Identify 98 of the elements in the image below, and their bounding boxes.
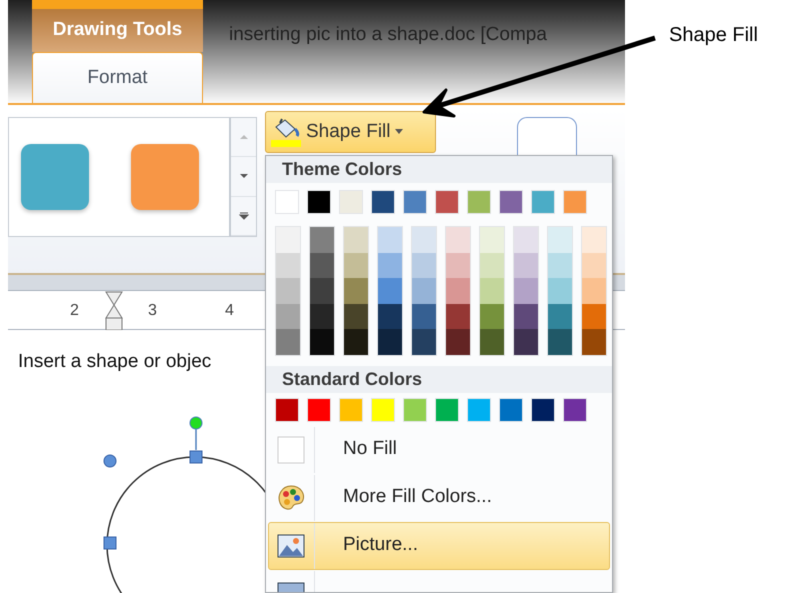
empty-swatch-icon xyxy=(277,436,305,464)
color-swatch[interactable] xyxy=(582,304,606,329)
shape-style-swatch[interactable] xyxy=(517,117,577,157)
color-swatch[interactable] xyxy=(371,398,395,422)
rotation-handle[interactable] xyxy=(190,416,202,450)
color-swatch[interactable] xyxy=(548,227,572,252)
color-swatch[interactable] xyxy=(412,329,436,354)
color-swatch[interactable] xyxy=(514,329,538,354)
annotation-label: Shape Fill xyxy=(669,23,758,48)
color-swatch[interactable] xyxy=(548,278,572,304)
color-swatch[interactable] xyxy=(310,227,334,252)
ruler-number: 3 xyxy=(148,301,157,321)
ribbon-tab[interactable]: Format xyxy=(32,52,203,103)
color-swatch[interactable] xyxy=(412,227,436,252)
shape-style-swatch[interactable] xyxy=(21,144,89,210)
color-swatch[interactable] xyxy=(276,227,300,252)
color-swatch[interactable] xyxy=(275,190,299,214)
color-swatch[interactable] xyxy=(276,252,300,278)
color-swatch[interactable] xyxy=(446,252,470,278)
color-swatch[interactable] xyxy=(378,278,402,304)
picture-icon xyxy=(277,532,305,560)
color-swatch[interactable] xyxy=(344,304,368,329)
color-swatch[interactable] xyxy=(582,252,606,278)
color-swatch[interactable] xyxy=(371,190,395,214)
shape-style-swatch[interactable] xyxy=(131,144,199,210)
color-swatch[interactable] xyxy=(403,190,427,214)
palette-icon xyxy=(277,484,305,512)
resize-handle[interactable] xyxy=(190,450,202,464)
color-swatch[interactable] xyxy=(467,398,491,422)
color-swatch[interactable] xyxy=(339,398,363,422)
color-swatch[interactable] xyxy=(435,398,459,422)
color-swatch[interactable] xyxy=(514,278,538,304)
color-swatch[interactable] xyxy=(339,190,363,214)
color-swatch[interactable] xyxy=(582,227,606,252)
color-swatch[interactable] xyxy=(344,329,368,354)
color-swatch[interactable] xyxy=(344,252,368,278)
color-swatch[interactable] xyxy=(446,227,470,252)
menu-item[interactable]: No Fill xyxy=(268,426,610,474)
color-swatch[interactable] xyxy=(378,329,402,354)
window-title: inserting pic into a shape.doc [Compa xyxy=(229,23,547,47)
color-swatch[interactable] xyxy=(548,304,572,329)
color-swatch[interactable] xyxy=(499,398,523,422)
color-swatch[interactable] xyxy=(403,398,427,422)
color-swatch[interactable] xyxy=(480,329,504,354)
color-swatch[interactable] xyxy=(412,304,436,329)
color-swatch[interactable] xyxy=(480,304,504,329)
color-swatch[interactable] xyxy=(307,398,331,422)
paint-bucket-icon xyxy=(270,117,302,147)
more-icon xyxy=(238,210,248,221)
menu-item[interactable]: Picture... xyxy=(268,522,610,570)
color-swatch[interactable] xyxy=(446,329,470,354)
ruler-number: 2 xyxy=(70,301,79,321)
color-swatch[interactable] xyxy=(531,190,555,214)
color-swatch[interactable] xyxy=(446,278,470,304)
caret-icon xyxy=(394,129,402,135)
color-swatch[interactable] xyxy=(480,252,504,278)
color-swatch[interactable] xyxy=(548,329,572,354)
color-swatch[interactable] xyxy=(378,227,402,252)
menu-section-header: Theme Colors xyxy=(266,156,612,183)
color-swatch[interactable] xyxy=(412,278,436,304)
color-swatch[interactable] xyxy=(344,278,368,304)
color-swatch[interactable] xyxy=(531,398,555,422)
color-swatch[interactable] xyxy=(344,227,368,252)
color-swatch[interactable] xyxy=(310,252,334,278)
color-swatch[interactable] xyxy=(480,278,504,304)
color-swatch[interactable] xyxy=(310,304,334,329)
color-swatch[interactable] xyxy=(499,190,523,214)
color-swatch[interactable] xyxy=(435,190,459,214)
shape-fill-button[interactable]: Shape Fill xyxy=(265,111,436,153)
color-swatch[interactable] xyxy=(307,190,331,214)
document-text: Insert a shape or objec xyxy=(18,350,212,374)
corner-handle[interactable] xyxy=(104,454,116,468)
color-swatch[interactable] xyxy=(563,398,587,422)
menu-section-header: Standard Colors xyxy=(266,366,612,392)
color-swatch[interactable] xyxy=(310,329,334,354)
resize-handle[interactable] xyxy=(104,536,116,550)
indent-marker-icon[interactable] xyxy=(104,291,124,331)
color-swatch[interactable] xyxy=(378,304,402,329)
color-swatch[interactable] xyxy=(412,252,436,278)
color-swatch[interactable] xyxy=(275,398,299,422)
color-swatch[interactable] xyxy=(582,329,606,354)
color-swatch[interactable] xyxy=(548,252,572,278)
color-swatch[interactable] xyxy=(446,304,470,329)
color-swatch[interactable] xyxy=(514,252,538,278)
color-swatch[interactable] xyxy=(514,304,538,329)
color-swatch[interactable] xyxy=(467,190,491,214)
color-swatch[interactable] xyxy=(276,278,300,304)
ruler-number: 4 xyxy=(225,301,234,321)
color-swatch[interactable] xyxy=(276,329,300,354)
contextual-tab-group-label: Drawing Tools xyxy=(32,9,203,52)
color-swatch[interactable] xyxy=(582,278,606,304)
menu-item[interactable]: More Fill Colors... xyxy=(268,474,610,522)
color-swatch[interactable] xyxy=(563,190,587,214)
color-swatch[interactable] xyxy=(310,278,334,304)
color-swatch[interactable] xyxy=(480,227,504,252)
color-swatch[interactable] xyxy=(378,252,402,278)
color-swatch[interactable] xyxy=(276,304,300,329)
color-swatch[interactable] xyxy=(514,227,538,252)
